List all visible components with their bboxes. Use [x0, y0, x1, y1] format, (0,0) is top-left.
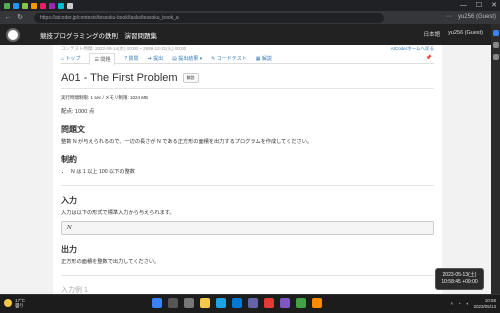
constraints-heading: 制約 [61, 155, 77, 164]
taskbar-clock[interactable]: 10:58 2023/05/13 [473, 298, 496, 309]
minimize-icon[interactable]: — [460, 1, 467, 10]
close-icon[interactable]: ✕ [491, 1, 497, 10]
tab-favicon[interactable] [22, 2, 28, 9]
tab-favicon[interactable] [31, 2, 37, 9]
score: 配点: 1000 点 [61, 109, 95, 115]
tab-codetest[interactable]: ✎ コードテスト [211, 55, 247, 62]
taskbar-apps [152, 298, 322, 308]
input-format-block: N [61, 221, 434, 235]
contest-period: コンテスト時間: 2022-09-14(水) 00:00 ~ 2999-12-3… [61, 46, 187, 51]
constraints-list: N は 1 以上 100 以下の整数 [71, 168, 434, 175]
tab-questions[interactable]: ? 質問 [124, 55, 138, 62]
statement-text: 整数 N が与えられるので、一辺の長さが N である正方形の面積を出力するプログ… [61, 139, 313, 145]
url-field[interactable]: https://atcoder.jp/contests/tessoku-book… [34, 12, 384, 23]
maximize-icon[interactable]: ☐ [476, 1, 482, 10]
taskbar: 17°C 曇り ˄ ◔ ◖ 10:58 2023/05/13 [0, 294, 500, 313]
system-tray: ˄ ◔ ◖ 10:58 2023/05/13 [450, 298, 496, 309]
divider [61, 275, 434, 276]
sidebar-tool-icon[interactable] [492, 54, 499, 60]
app-icon[interactable] [232, 298, 242, 308]
browser-tabstrip: — ☐ ✕ [0, 0, 500, 11]
explorer-icon[interactable] [200, 298, 210, 308]
clock-popup: 2023-05-13(土) 10:58:45 +09:00 [435, 268, 484, 290]
next-heading: 入力例 1 [61, 287, 88, 294]
taskbar-date: 2023/05/13 [473, 303, 496, 309]
page-body: コンテスト時間: 2022-09-14(水) 00:00 ~ 2999-12-3… [0, 45, 491, 294]
pin-icon[interactable]: 📌 [426, 55, 432, 61]
problem-title-row: A01 - The First Problem 解説 [61, 72, 434, 84]
page-title: A01 - The First Problem [61, 72, 178, 84]
app-icon[interactable] [296, 298, 306, 308]
copilot-icon[interactable] [492, 30, 499, 36]
app-icon[interactable] [248, 298, 258, 308]
extensions-icon[interactable]: ⋯ [446, 13, 452, 22]
tab-problems[interactable]: ☰ 問題 [89, 52, 116, 65]
chevron-up-icon[interactable]: ˄ [450, 301, 453, 306]
popup-date: 2023-05-13(土) [442, 272, 477, 278]
app-icon[interactable] [312, 298, 322, 308]
tab-label: 提出結果 [178, 55, 199, 62]
wifi-icon[interactable]: ◔ [458, 301, 461, 306]
output-text: 正方形の面積を整数で出力してください。 [61, 259, 160, 265]
atcoder-logo[interactable] [6, 27, 20, 42]
weather-widget[interactable]: 17°C 曇り [4, 298, 25, 308]
window-controls: — ☐ ✕ [460, 1, 497, 10]
tab-results[interactable]: ▤ 提出結果 ▾ [172, 55, 202, 62]
edge-icon[interactable] [216, 298, 226, 308]
start-icon[interactable] [152, 298, 162, 308]
tab-label: トップ [65, 55, 81, 62]
list-item: N は 1 以上 100 以下の整数 [71, 168, 434, 175]
contest-meta: コンテスト時間: 2022-09-14(水) 00:00 ~ 2999-12-3… [61, 45, 434, 53]
site-header: 競技プログラミングの鉄則 演習問題集 日本語 yu256 (Guest) [0, 24, 491, 45]
popup-time: 10:58:45 +09:00 [441, 279, 478, 285]
input-text: 入力は以下の形式で標準入力から与えられます。 [61, 210, 175, 216]
tab-label: 質問 [128, 55, 139, 62]
contest-nav: ⌂ トップ ☰ 問題 ? 質問 ➔ 提出 ▤ 提出結果 ▾ ✎ コードテスト ▦… [61, 52, 434, 65]
tab-editorial[interactable]: ▦ 解説 [256, 55, 272, 62]
divider [61, 88, 434, 89]
divider [61, 185, 434, 186]
header-right: 日本語 yu256 (Guest) [424, 30, 483, 38]
refresh-icon[interactable]: ↻ [16, 13, 24, 22]
address-bar-row: ← ↻ https://atcoder.jp/contests/tessoku-… [0, 11, 500, 24]
weather-icon [4, 299, 12, 307]
weather-condition: 曇り [15, 303, 24, 308]
task-view-icon[interactable] [184, 298, 194, 308]
input-heading: 入力 [61, 196, 77, 205]
back-icon[interactable]: ← [4, 13, 12, 22]
profile-button[interactable]: yu256 (Guest) [458, 13, 496, 22]
editorial-button[interactable]: 解説 [182, 73, 199, 83]
tab-favicon[interactable] [58, 2, 64, 9]
app-icon[interactable] [264, 298, 274, 308]
tab-favicon[interactable] [4, 2, 10, 9]
tab-favicon[interactable] [13, 2, 19, 9]
tab-top[interactable]: ⌂ トップ [61, 55, 80, 62]
tab-submit[interactable]: ➔ 提出 [148, 55, 164, 62]
tab-favicon[interactable] [67, 2, 73, 9]
user-menu[interactable]: yu256 (Guest) [448, 30, 483, 38]
language-selector[interactable]: 日本語 [424, 30, 441, 38]
content-card: コンテスト時間: 2022-09-14(水) 00:00 ~ 2999-12-3… [53, 45, 442, 294]
browser-toolbar-right: ⋯ yu256 (Guest) [446, 13, 496, 22]
app-icon[interactable] [280, 298, 290, 308]
tab-favicon[interactable] [40, 2, 46, 9]
tab-favicon[interactable] [49, 2, 55, 9]
volume-icon[interactable]: ◖ [466, 301, 469, 306]
sidebar-tool-icon[interactable] [492, 42, 499, 48]
output-heading: 出力 [61, 245, 77, 254]
browser-sidebar [491, 24, 500, 294]
contest-title[interactable]: 競技プログラミングの鉄則 演習問題集 [40, 30, 157, 40]
limits: 実行時間制限: 1 sec / メモリ制限: 1024 MB [61, 95, 149, 100]
tab-label: 問題 [100, 56, 111, 63]
tab-label: 解説 [261, 55, 272, 62]
tab-label: コードテスト [216, 55, 247, 62]
tab-label: 提出 [153, 55, 164, 62]
search-icon[interactable] [168, 298, 178, 308]
home-link[interactable]: AtCoderホームへ戻る [391, 46, 434, 53]
statement-heading: 問題文 [61, 125, 85, 134]
